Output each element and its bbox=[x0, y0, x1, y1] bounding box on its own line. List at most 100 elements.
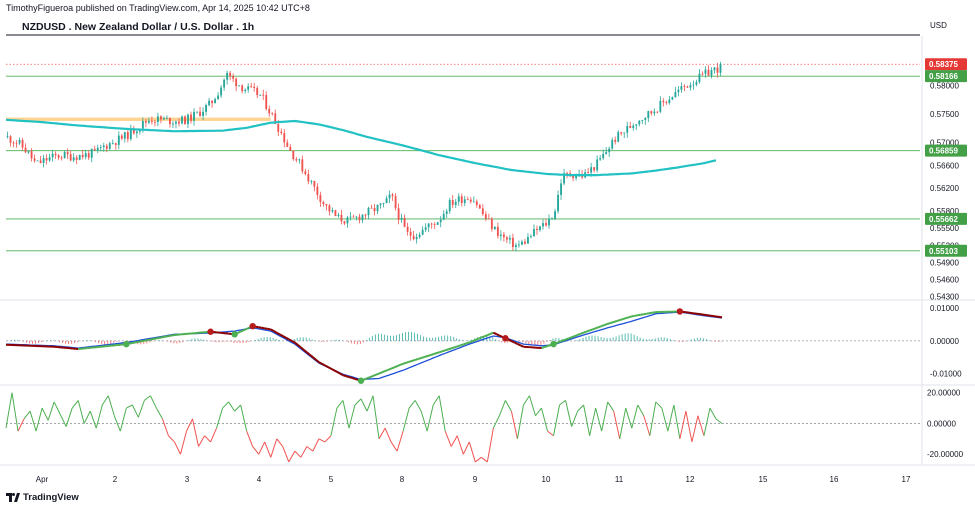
time-tick-label: 10 bbox=[542, 475, 551, 484]
candle-body bbox=[391, 194, 394, 197]
oscillator-segment bbox=[23, 410, 31, 420]
macd-signal-segment bbox=[447, 347, 452, 351]
candle-body bbox=[153, 121, 156, 123]
oscillator-segment bbox=[661, 407, 669, 432]
macd-signal-segment bbox=[354, 377, 359, 381]
oscillator-segment bbox=[53, 401, 61, 415]
macd-signal-segment bbox=[541, 346, 545, 350]
candle-body bbox=[521, 241, 523, 245]
oscillator-segment bbox=[709, 407, 717, 420]
candle-body bbox=[611, 139, 614, 149]
price-pane[interactable] bbox=[5, 61, 920, 252]
macd-signal-segment bbox=[342, 374, 347, 378]
macd-signal-segment bbox=[640, 313, 644, 316]
macd-signal-segment bbox=[375, 372, 380, 376]
candle-body bbox=[66, 152, 69, 155]
macd-signal-segment bbox=[441, 349, 446, 353]
oscillator-segment bbox=[402, 407, 410, 432]
candle-body bbox=[370, 207, 373, 209]
oscillator-segment bbox=[174, 441, 181, 455]
macd-pane[interactable] bbox=[5, 308, 920, 384]
macd-signal-segment bbox=[637, 313, 641, 317]
oscillator-segment bbox=[516, 404, 524, 439]
candle-body bbox=[695, 82, 698, 85]
candle-body bbox=[340, 214, 343, 222]
oscillator-segment bbox=[504, 400, 512, 412]
macd-signal-segment bbox=[402, 361, 407, 365]
time-tick-label: 17 bbox=[902, 475, 911, 484]
candle-body bbox=[72, 157, 75, 161]
candle-body bbox=[90, 148, 93, 158]
oscillator-segment bbox=[258, 441, 266, 455]
macd-signal-segment bbox=[547, 344, 551, 348]
candle-body bbox=[496, 226, 499, 236]
candle-body bbox=[196, 111, 198, 113]
candle-body bbox=[623, 132, 626, 134]
oscillator-pane[interactable] bbox=[5, 392, 920, 463]
macd-signal-segment bbox=[129, 342, 133, 345]
publisher-caption: TimothyFigueroa published on TradingView… bbox=[6, 3, 310, 13]
oscillator-segment bbox=[101, 395, 109, 406]
candle-body bbox=[499, 234, 502, 236]
oscillator-segment bbox=[595, 407, 603, 432]
candle-body bbox=[39, 160, 42, 163]
candle-body bbox=[229, 72, 232, 77]
macd-signal-segment bbox=[652, 311, 656, 314]
candle-body bbox=[373, 207, 376, 212]
oscillator-segment bbox=[703, 407, 711, 436]
macd-signal-segment bbox=[507, 338, 512, 342]
macd-signal-segment bbox=[607, 321, 611, 325]
candle-body bbox=[454, 201, 457, 205]
macd-signal-segment bbox=[604, 322, 609, 326]
macd-signal-segment bbox=[517, 343, 521, 347]
candle-body bbox=[608, 148, 611, 153]
oscillator-segment bbox=[601, 401, 609, 432]
macd-signal-segment bbox=[625, 316, 630, 320]
candle-body bbox=[30, 151, 33, 159]
level-badge-text: 0.55103 bbox=[929, 247, 958, 256]
current-price-badge-text: 0.58375 bbox=[929, 60, 958, 69]
supply-zone bbox=[6, 117, 271, 121]
macd-signal-segment bbox=[150, 338, 154, 341]
candle-body bbox=[644, 118, 647, 121]
candle-body bbox=[596, 159, 599, 171]
tradingview-brand[interactable]: TradingView bbox=[6, 492, 79, 503]
time-tick-label: 3 bbox=[185, 475, 190, 484]
oscillator-segment bbox=[547, 430, 554, 437]
oscillator-segment bbox=[492, 415, 500, 429]
symbol-title[interactable]: NZDUSD . New Zealand Dollar / U.S. Dolla… bbox=[22, 21, 254, 33]
trading-chart[interactable]: 0.580000.575000.570000.566000.562000.558… bbox=[0, 0, 975, 509]
candle-body bbox=[232, 76, 235, 79]
candle-body bbox=[48, 157, 51, 161]
oscillator-segment bbox=[631, 404, 639, 429]
candle-body bbox=[680, 86, 683, 90]
brand-name: TradingView bbox=[23, 492, 79, 503]
macd-signal-segment bbox=[168, 334, 172, 338]
candle-body bbox=[69, 154, 72, 161]
candle-body bbox=[178, 121, 180, 124]
oscillator-segment bbox=[589, 407, 597, 436]
oscillator-segment bbox=[625, 407, 633, 429]
candle-body bbox=[78, 154, 81, 160]
candle-body bbox=[298, 159, 301, 161]
macd-cross-marker bbox=[207, 328, 214, 335]
candle-body bbox=[265, 95, 268, 110]
macd-signal-segment bbox=[426, 354, 431, 358]
oscillator-segment bbox=[559, 399, 566, 406]
macd-signal-segment bbox=[132, 341, 136, 344]
candle-body bbox=[635, 124, 638, 126]
macd-signal-segment bbox=[462, 342, 467, 346]
time-tick-label: 11 bbox=[615, 475, 624, 484]
macd-signal-segment bbox=[138, 340, 142, 343]
candle-body bbox=[268, 109, 271, 114]
macd-cross-marker bbox=[249, 322, 256, 330]
macd-signal-segment bbox=[453, 345, 458, 349]
candle-body bbox=[42, 158, 45, 163]
candle-body bbox=[551, 218, 553, 220]
candle-body bbox=[493, 226, 496, 230]
candle-body bbox=[117, 135, 120, 145]
candle-body bbox=[701, 73, 704, 75]
candle-body bbox=[187, 114, 189, 125]
candle-body bbox=[250, 86, 253, 88]
oscillator-segment bbox=[83, 410, 91, 424]
